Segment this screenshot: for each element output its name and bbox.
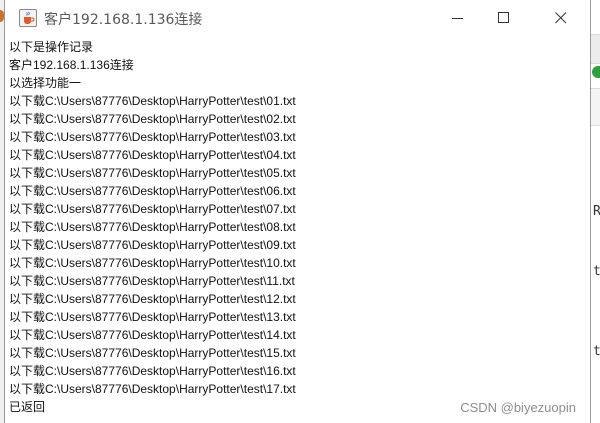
log-line: 以下载C:\Users\87776\Desktop\HarryPotter\te… — [9, 382, 296, 396]
minimize-button[interactable] — [435, 0, 481, 36]
log-line: 以下载C:\Users\87776\Desktop\HarryPotter\te… — [9, 364, 296, 378]
log-line: 以下载C:\Users\87776\Desktop\HarryPotter\te… — [9, 238, 296, 252]
log-line: 以下载C:\Users\87776\Desktop\HarryPotter\te… — [9, 346, 296, 360]
log-line: 以下载C:\Users\87776\Desktop\HarryPotter\te… — [9, 130, 296, 144]
maximize-button[interactable] — [481, 0, 527, 36]
log-line: 以下载C:\Users\87776\Desktop\HarryPotter\te… — [9, 328, 296, 342]
log-line: 以下载C:\Users\87776\Desktop\HarryPotter\te… — [9, 112, 296, 126]
log-line: 以下载C:\Users\87776\Desktop\HarryPotter\te… — [9, 202, 296, 216]
log-line: 以下载C:\Users\87776\Desktop\HarryPotter\te… — [9, 220, 296, 234]
log-line: 以下载C:\Users\87776\Desktop\HarryPotter\te… — [9, 256, 296, 270]
log-line: 以下载C:\Users\87776\Desktop\HarryPotter\te… — [9, 166, 296, 180]
run-icon — [592, 66, 600, 78]
log-line: 以下载C:\Users\87776\Desktop\HarryPotter\te… — [9, 148, 296, 162]
background-text: R — [593, 204, 600, 219]
log-line: 以下载C:\Users\87776\Desktop\HarryPotter\te… — [9, 292, 296, 306]
csdn-watermark: CSDN @biyezuopin — [460, 400, 576, 415]
close-button[interactable] — [538, 0, 584, 36]
maximize-icon — [498, 12, 509, 23]
log-line: 以下载C:\Users\87776\Desktop\HarryPotter\te… — [9, 94, 296, 108]
log-line: 以下载C:\Users\87776\Desktop\HarryPotter\te… — [9, 184, 296, 198]
background-panel — [591, 88, 600, 126]
log-line: 以选择功能一 — [9, 76, 82, 90]
title-bar[interactable]: 客户192.168.1.136连接 — [5, 0, 590, 36]
log-line: 以下载C:\Users\87776\Desktop\HarryPotter\te… — [9, 310, 296, 324]
log-line: 客户192.168.1.136连接 — [9, 58, 134, 72]
log-text-area[interactable]: 以下是操作记录 客户192.168.1.136连接 以选择功能一 以下载C:\U… — [5, 36, 590, 423]
background-text: t — [593, 344, 600, 359]
client-log-window: 客户192.168.1.136连接 以下是操作记录 客户192.168.1.13… — [4, 0, 591, 423]
log-line: 以下载C:\Users\87776\Desktop\HarryPotter\te… — [9, 274, 295, 288]
background-app-right-edge: R t t — [591, 0, 600, 423]
minimize-icon — [452, 18, 463, 19]
background-text: t — [593, 264, 600, 279]
java-cup-icon[interactable] — [19, 9, 37, 27]
window-title: 客户192.168.1.136连接 — [44, 12, 203, 28]
log-line: 以下是操作记录 — [9, 40, 94, 54]
close-icon — [555, 12, 567, 24]
background-toolbar — [591, 34, 600, 64]
